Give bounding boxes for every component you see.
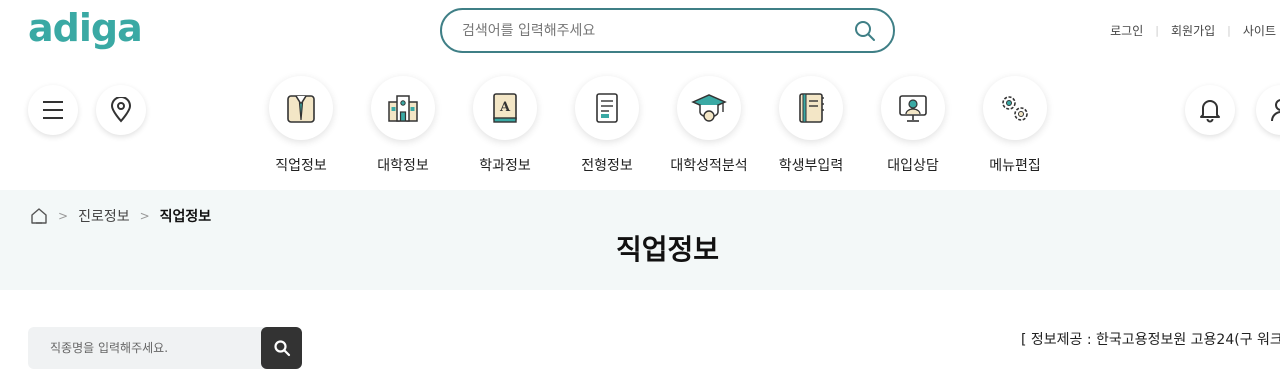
menu-label: 전형정보 xyxy=(581,158,633,174)
breadcrumb-current: 직업정보 xyxy=(159,209,212,225)
home-icon[interactable] xyxy=(30,207,48,225)
login-link[interactable]: 로그인 xyxy=(1098,22,1155,39)
hamburger-menu-button[interactable] xyxy=(28,85,78,135)
main-menu: 직업정보 대학정보 A 학과정보 전형정보 대학성적분석 학생부입력 대입상담 … xyxy=(250,76,1066,175)
job-search-button[interactable] xyxy=(261,327,302,369)
job-search-input[interactable] xyxy=(50,339,260,357)
location-pin-icon xyxy=(110,97,132,123)
breadcrumb: > 진로정보 > 직업정보 xyxy=(30,206,211,226)
admission-document-icon xyxy=(575,76,639,140)
global-search-box xyxy=(440,8,895,53)
menu-item-department-info[interactable]: A 학과정보 xyxy=(454,76,556,175)
menu-label: 대학성적분석 xyxy=(670,158,748,174)
university-icon xyxy=(371,76,435,140)
job-info-icon xyxy=(269,76,333,140)
menu-label: 대입상담 xyxy=(887,158,939,174)
menu-label: 메뉴편집 xyxy=(989,158,1041,174)
notebook-icon xyxy=(779,76,843,140)
menu-label: 학과정보 xyxy=(479,158,531,174)
menu-label: 대학정보 xyxy=(377,158,429,174)
svg-text:A: A xyxy=(499,100,511,115)
menu-item-job-info[interactable]: 직업정보 xyxy=(250,76,352,175)
breadcrumb-item[interactable]: 진로정보 xyxy=(78,206,130,226)
graduation-cap-icon xyxy=(677,76,741,140)
chevron-right-icon: > xyxy=(139,209,150,223)
hamburger-icon xyxy=(43,101,63,119)
sitemap-link[interactable]: 사이트 xyxy=(1231,22,1280,39)
page-title: 직업정보 xyxy=(615,233,720,266)
data-source-text: [ 정보제공 : 한국고용정보원 고용24(구 워크 xyxy=(1021,332,1280,348)
job-search-field xyxy=(28,327,278,369)
notification-button[interactable] xyxy=(1185,85,1235,135)
util-links: 로그인 | 회원가입 | 사이트 xyxy=(1098,22,1280,39)
menu-item-consultation[interactable]: 대입상담 xyxy=(862,76,964,175)
mypage-button[interactable] xyxy=(1256,85,1280,135)
bell-icon xyxy=(1200,100,1220,123)
global-search-input[interactable] xyxy=(462,20,832,42)
menu-label: 학생부입력 xyxy=(778,158,844,174)
menu-item-grade-analysis[interactable]: 대학성적분석 xyxy=(658,76,760,175)
location-button[interactable] xyxy=(96,85,146,135)
gear-icon xyxy=(983,76,1047,140)
consult-monitor-icon xyxy=(881,76,945,140)
signup-link[interactable]: 회원가입 xyxy=(1159,22,1227,39)
menu-item-student-record[interactable]: 학생부입력 xyxy=(760,76,862,175)
search-icon[interactable] xyxy=(853,19,877,43)
menu-item-menu-edit[interactable]: 메뉴편집 xyxy=(964,76,1066,175)
menu-item-university-info[interactable]: 대학정보 xyxy=(352,76,454,175)
chevron-right-icon: > xyxy=(58,209,69,223)
user-icon xyxy=(1271,99,1280,122)
job-search-box xyxy=(28,327,302,369)
menu-item-admission-info[interactable]: 전형정보 xyxy=(556,76,658,175)
department-book-icon: A xyxy=(473,76,537,140)
search-icon xyxy=(273,340,290,357)
site-logo[interactable]: adiga xyxy=(28,6,143,50)
menu-label: 직업정보 xyxy=(275,158,327,174)
